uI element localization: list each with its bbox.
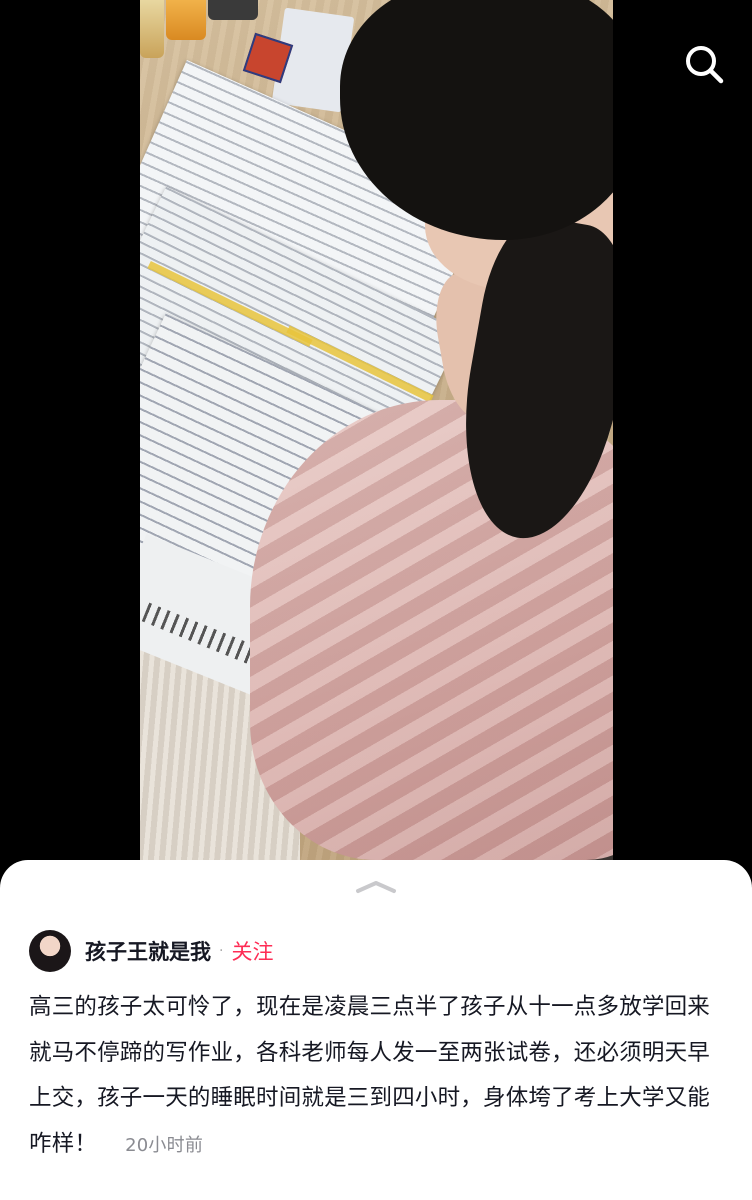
follow-button[interactable]: 关注 xyxy=(231,936,273,966)
description-panel: 孩子王就是我 · 关注 高三的孩子太可怜了，现在是凌晨三点半了孩子从十一点多放学… xyxy=(0,860,752,1200)
box-image xyxy=(208,0,258,20)
collapse-button[interactable] xyxy=(352,878,400,894)
post-time: 20小时前 xyxy=(125,1134,204,1156)
caption-text: 高三的孩子太可怜了，现在是凌晨三点半了孩子从十一点多放学回来就马不停蹄的写作业，… xyxy=(29,994,711,1157)
author-row: 孩子王就是我 · 关注 xyxy=(29,930,273,972)
search-button[interactable] xyxy=(680,40,728,88)
bottle-image xyxy=(166,0,206,40)
bottle-image xyxy=(140,0,164,58)
separator-dot: · xyxy=(219,943,224,959)
search-icon xyxy=(686,46,724,84)
post-caption: 高三的孩子太可怜了，现在是凌晨三点半了孩子从十一点多放学回来就马不停蹄的写作业，… xyxy=(29,985,729,1168)
video-player[interactable] xyxy=(0,0,752,860)
avatar[interactable] xyxy=(29,930,71,972)
chevron-up-icon xyxy=(356,881,396,893)
author-name[interactable]: 孩子王就是我 xyxy=(85,936,211,966)
video-frame[interactable] xyxy=(140,0,613,860)
